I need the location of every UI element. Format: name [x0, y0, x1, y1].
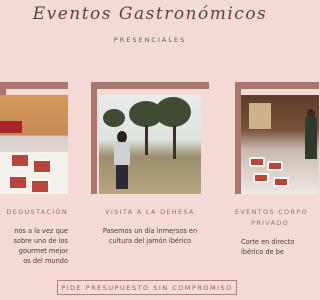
accent-bar — [91, 82, 97, 194]
event-card-photo-frame — [0, 82, 68, 194]
event-card-photo-frame — [91, 82, 209, 194]
accent-bar — [91, 82, 209, 89]
page-subtitle: PRESENCIALES — [113, 36, 187, 44]
event-card-description: Pasemos un día inmersos en cultura del j… — [102, 227, 198, 245]
event-card-description: nos a la vez que sobre uno de los gourme… — [13, 227, 68, 265]
events-photo — [241, 95, 319, 194]
event-card-photo-frame — [235, 82, 319, 194]
dehesa-photo — [99, 95, 201, 194]
request-quote-button[interactable]: PIDE PRESUPUESTO SIN COMPROMISO — [57, 280, 237, 295]
event-card-description: Corte en directo ibérico de be — [241, 238, 295, 256]
tasting-photo — [0, 95, 68, 194]
event-card-degustacion: DEGUSTACIÓN nos a la vez que sobre uno d… — [0, 82, 68, 266]
event-card-dehesa: VISITA A LA DEHESA Pasemos un día inmers… — [91, 82, 209, 246]
event-card-corporativos: EVENTOS CORPO PRIVADO Corte en directo i… — [235, 82, 319, 257]
accent-bar — [235, 82, 319, 89]
page-title: Eventos Gastronómicos — [32, 4, 268, 24]
event-card-title: VISITA A LA DEHESA — [105, 208, 195, 216]
event-card-title: DEGUSTACIÓN — [6, 208, 68, 216]
host-figure — [305, 109, 317, 159]
event-card-title: EVENTOS CORPO PRIVADO — [235, 208, 308, 227]
visitor-figure — [113, 131, 131, 189]
accent-bar — [0, 82, 68, 89]
